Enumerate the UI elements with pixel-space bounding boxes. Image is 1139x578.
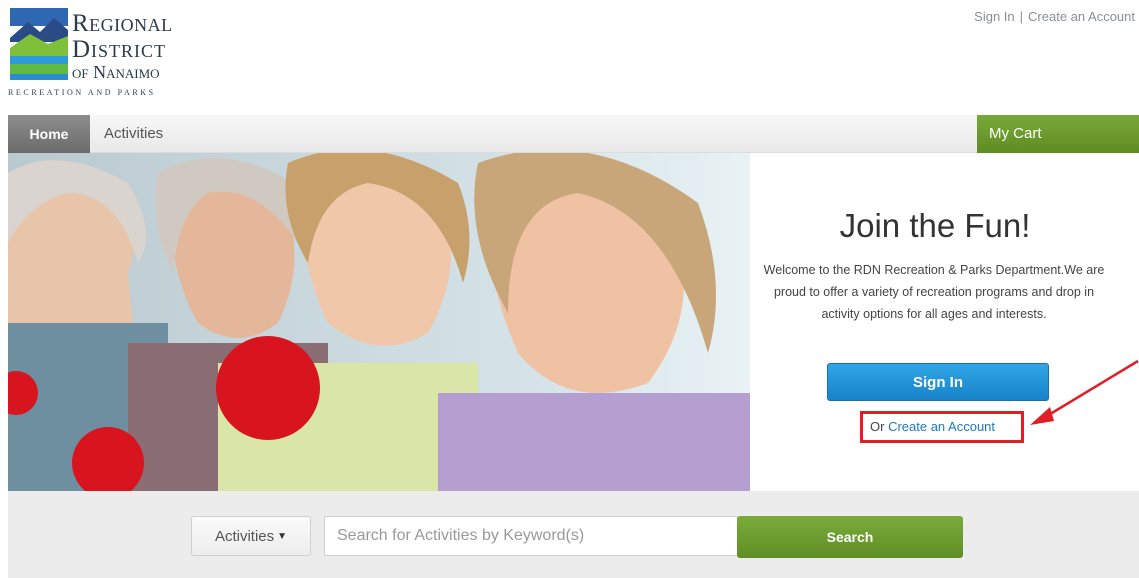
logo-text-regional: Regional <box>72 10 173 37</box>
top-sign-in-link[interactable]: Sign In <box>974 9 1014 24</box>
logo-tagline: RECREATION AND PARKS <box>8 88 156 97</box>
logo-mountain-icon <box>10 8 68 80</box>
sign-in-button[interactable]: Sign In <box>827 363 1049 401</box>
my-cart-button[interactable]: My Cart <box>977 115 1139 153</box>
logo-text-district: District <box>72 36 167 63</box>
welcome-text: Welcome to the RDN Recreation & Parks De… <box>763 263 1105 321</box>
hero-photo-illustration <box>8 153 750 491</box>
activities-dropdown[interactable]: Activities ▼ <box>191 516 311 556</box>
top-account-links: Sign In | Create an Account <box>974 9 1135 24</box>
activities-dropdown-label: Activities <box>214 527 275 545</box>
annotation-arrow-icon <box>1030 359 1139 425</box>
nav-home-tab[interactable]: Home <box>8 115 90 153</box>
join-panel: Join the Fun! Welcome to the RDN Recreat… <box>750 153 1139 491</box>
logo-text-nanaimo: of Nanaimo <box>72 62 160 82</box>
top-create-account-link[interactable]: Create an Account <box>1028 9 1135 24</box>
site-logo[interactable]: Regional District of Nanaimo RECREATION … <box>8 6 208 102</box>
join-title: Join the Fun! <box>839 207 1031 244</box>
search-button[interactable]: Search <box>737 516 963 558</box>
create-account-link[interactable]: Create an Account <box>888 419 995 434</box>
nav-activities-tab[interactable]: Activities <box>104 115 163 153</box>
hero-photo <box>8 153 750 491</box>
top-links-separator: | <box>1019 9 1024 24</box>
or-text: Or <box>870 419 889 434</box>
caret-down-icon: ▼ <box>277 530 288 542</box>
main-navbar: Home Activities My Cart <box>8 115 1139 153</box>
create-account-row: Or Create an Account <box>870 419 995 434</box>
search-bar-section: Activities ▼ Search for Activities by Key… <box>8 491 1139 578</box>
keyword-search-input[interactable]: Search for Activities by Keyword(s) <box>324 516 738 556</box>
